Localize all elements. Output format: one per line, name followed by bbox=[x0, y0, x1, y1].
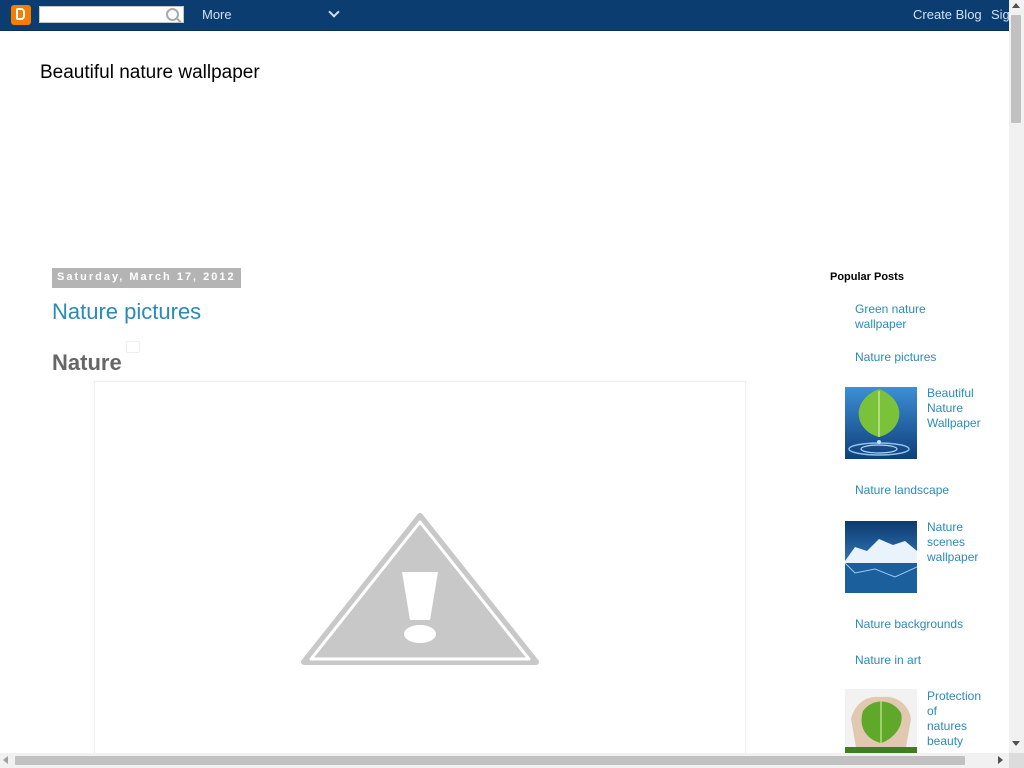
popular-post-link[interactable]: Green nature wallpaper bbox=[855, 302, 945, 332]
popular-post-link[interactable]: Nature landscape bbox=[855, 483, 965, 498]
chevron-down-icon[interactable] bbox=[328, 6, 340, 18]
horizontal-scrollbar[interactable] bbox=[0, 753, 1009, 768]
popular-post-link[interactable]: Protection of natures beauty bbox=[927, 689, 981, 749]
blog-title[interactable]: Beautiful nature wallpaper bbox=[40, 62, 260, 84]
scroll-left-arrow-icon[interactable] bbox=[3, 756, 8, 764]
sign-in-link[interactable]: Sign In bbox=[991, 7, 1009, 22]
more-menu[interactable]: More bbox=[202, 7, 232, 22]
iceberg-thumbnail[interactable] bbox=[845, 521, 917, 593]
blogger-logo-icon[interactable] bbox=[11, 5, 31, 25]
vertical-scrollbar[interactable] bbox=[1009, 0, 1024, 753]
leaf-water-thumbnail[interactable] bbox=[845, 387, 917, 459]
blogger-navbar: More Create Blog Sign In bbox=[0, 0, 1009, 31]
popular-post-link[interactable]: Nature backgrounds bbox=[855, 617, 975, 632]
search-input[interactable] bbox=[39, 6, 184, 23]
horizontal-scroll-thumb[interactable] bbox=[15, 756, 965, 765]
date-header: Saturday, March 17, 2012 bbox=[52, 268, 241, 288]
search-icon[interactable] bbox=[166, 8, 179, 21]
scroll-up-arrow-icon[interactable] bbox=[1012, 3, 1020, 8]
vertical-scroll-thumb[interactable] bbox=[1011, 15, 1021, 123]
popular-posts-title: Popular Posts bbox=[830, 271, 904, 283]
scrollbar-corner bbox=[1009, 753, 1024, 768]
popular-post-link[interactable]: Nature in art bbox=[855, 653, 965, 668]
scroll-down-arrow-icon[interactable] bbox=[1012, 741, 1020, 746]
post-heading: Nature bbox=[52, 350, 122, 375]
hands-leaf-thumbnail[interactable] bbox=[845, 689, 917, 753]
post-title[interactable]: Nature pictures bbox=[52, 299, 201, 325]
popular-post-link[interactable]: Nature scenes wallpaper bbox=[927, 520, 978, 565]
broken-image-placeholder bbox=[126, 341, 140, 353]
create-blog-link[interactable]: Create Blog bbox=[913, 7, 982, 22]
popular-post-link[interactable]: Nature pictures bbox=[855, 350, 965, 365]
broken-image-warning-icon bbox=[301, 513, 539, 665]
scroll-right-arrow-icon[interactable] bbox=[998, 756, 1003, 764]
popular-post-link[interactable]: Beautiful Nature Wallpaper bbox=[927, 386, 981, 431]
post-image[interactable] bbox=[94, 381, 746, 763]
